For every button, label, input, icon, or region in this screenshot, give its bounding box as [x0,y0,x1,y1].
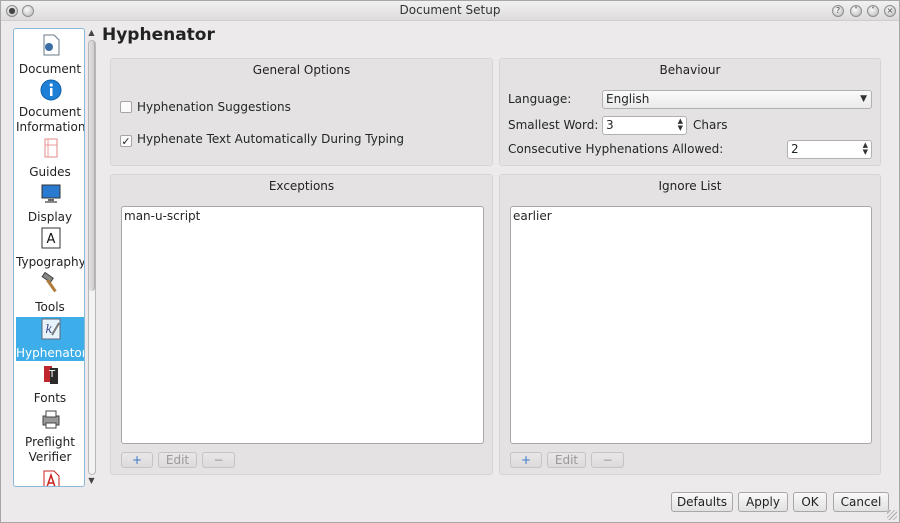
exceptions-group: Exceptions man-u-script + Edit − [110,174,493,475]
ok-button[interactable]: OK [793,492,827,512]
exceptions-list[interactable]: man-u-script [121,206,484,444]
guides-icon [44,138,58,158]
page-title: Hyphenator [102,25,215,45]
hyphenate-automatically-checkbox[interactable]: ✓ Hyphenate Text Automatically During Typ… [120,130,404,148]
group-title: General Options [252,63,351,77]
cancel-button[interactable]: Cancel [833,492,889,512]
svg-text:T: T [48,369,56,380]
add-ignore-button[interactable]: + [510,452,542,468]
document-icon [43,34,60,56]
consecutive-hyphenations-value: 2 [791,142,799,156]
scroll-down-icon[interactable]: ▼ [86,476,97,485]
sidebar-item-label: Document Information [16,105,85,134]
svg-text:A: A [47,232,56,247]
smallest-word-value: 3 [606,118,614,132]
sidebar-scrollbar[interactable]: ▲ ▼ [86,28,97,487]
minimize-icon[interactable]: ˅ [850,5,862,17]
sidebar-item-pdf-export[interactable] [16,469,84,486]
close-icon[interactable]: × [884,5,896,17]
app-menu-icon[interactable]: ● [6,5,18,17]
sidebar-item-label: Tools [35,300,65,314]
scroll-up-icon[interactable]: ▲ [86,28,97,37]
spin-arrows-icon[interactable]: ▲ ▼ [863,142,868,156]
group-title: Exceptions [268,179,335,193]
language-label: Language: [508,92,572,106]
title-bar[interactable]: ● Document Setup ? ˅ ˄ × [1,1,899,21]
sidebar-item-label: Display [27,210,73,224]
sidebar-item-label: Fonts [33,391,67,405]
sidebar-item-label: Typography [16,255,85,269]
sidebar-item-label: Guides [29,165,71,179]
language-value: English [606,92,650,106]
checkbox-label: Hyphenation Suggestions [137,100,291,114]
typography-icon: A [41,227,61,249]
smallest-word-spinbox[interactable]: 3 ▲ ▼ [602,116,687,135]
defaults-button[interactable]: Defaults [671,492,733,512]
remove-ignore-button[interactable]: − [591,452,624,468]
sidebar-item-tools[interactable]: Tools [16,271,84,315]
document-setup-window: ● Document Setup ? ˅ ˄ × Document Docume… [0,0,900,523]
info-icon [40,79,62,101]
list-item[interactable]: earlier [513,209,869,224]
hyphenation-suggestions-checkbox[interactable]: Hyphenation Suggestions [120,98,291,116]
group-title: Behaviour [659,63,721,77]
check-icon[interactable]: ✓ [120,135,132,147]
chevron-down-icon: ▼ [860,94,867,104]
window-title: Document Setup [399,3,501,17]
sidebar-item-guides[interactable]: Guides [16,136,84,180]
maximize-icon[interactable]: ˄ [867,5,879,17]
general-options-group: General Options Hyphenation Suggestions … [110,58,493,166]
sidebar-item-display[interactable]: Display [16,181,84,225]
sidebar: Document Document Information Guides Dis… [13,28,85,487]
sidebar-item-document-information[interactable]: Document Information [16,78,84,135]
scroll-track[interactable] [88,40,96,475]
scroll-thumb[interactable] [89,41,95,291]
remove-exception-button[interactable]: − [202,452,235,468]
sidebar-item-fonts[interactable]: T Fonts [16,362,84,406]
sidebar-item-typography[interactable]: A Typography [16,226,84,270]
behaviour-group: Behaviour Language: English ▼ Smallest W… [499,58,881,166]
pdf-icon [43,470,60,486]
checkbox-label: Hyphenate Text Automatically During Typi… [137,132,405,146]
hammer-icon [41,272,57,293]
edit-ignore-button[interactable]: Edit [547,452,586,468]
fonts-icon: T [44,366,58,384]
hyphenator-icon: k [41,318,61,340]
pin-icon[interactable] [22,5,34,17]
smallest-word-suffix: Chars [693,118,728,132]
consecutive-hyphenations-label: Consecutive Hyphenations Allowed: [508,142,724,156]
preflight-icon [42,410,60,429]
sidebar-item-label: Document [18,62,82,76]
sidebar-item-preflight-verifier[interactable]: Preflight Verifier [16,407,84,465]
smallest-word-label: Smallest Word: [508,118,599,132]
consecutive-hyphenations-spinbox[interactable]: 2 ▲ ▼ [787,140,872,159]
ignore-list-group: Ignore List earlier + Edit − [499,174,881,475]
add-exception-button[interactable]: + [121,452,153,468]
ignore-list[interactable]: earlier [510,206,872,444]
group-title: Ignore List [658,179,722,193]
display-icon [41,184,61,203]
edit-exception-button[interactable]: Edit [158,452,197,468]
checkbox-box[interactable] [120,101,132,113]
language-select[interactable]: English ▼ [602,90,872,109]
sidebar-item-label: Preflight Verifier [25,435,75,464]
sidebar-item-document[interactable]: Document [16,33,84,77]
apply-button[interactable]: Apply [738,492,788,512]
resize-grip-icon[interactable] [887,510,897,520]
sidebar-item-hyphenator[interactable]: k Hyphenator [16,317,84,361]
list-item[interactable]: man-u-script [124,209,481,224]
spin-arrows-icon[interactable]: ▲ ▼ [678,118,683,132]
help-icon[interactable]: ? [832,5,844,17]
sidebar-item-label: Hyphenator [16,346,85,360]
